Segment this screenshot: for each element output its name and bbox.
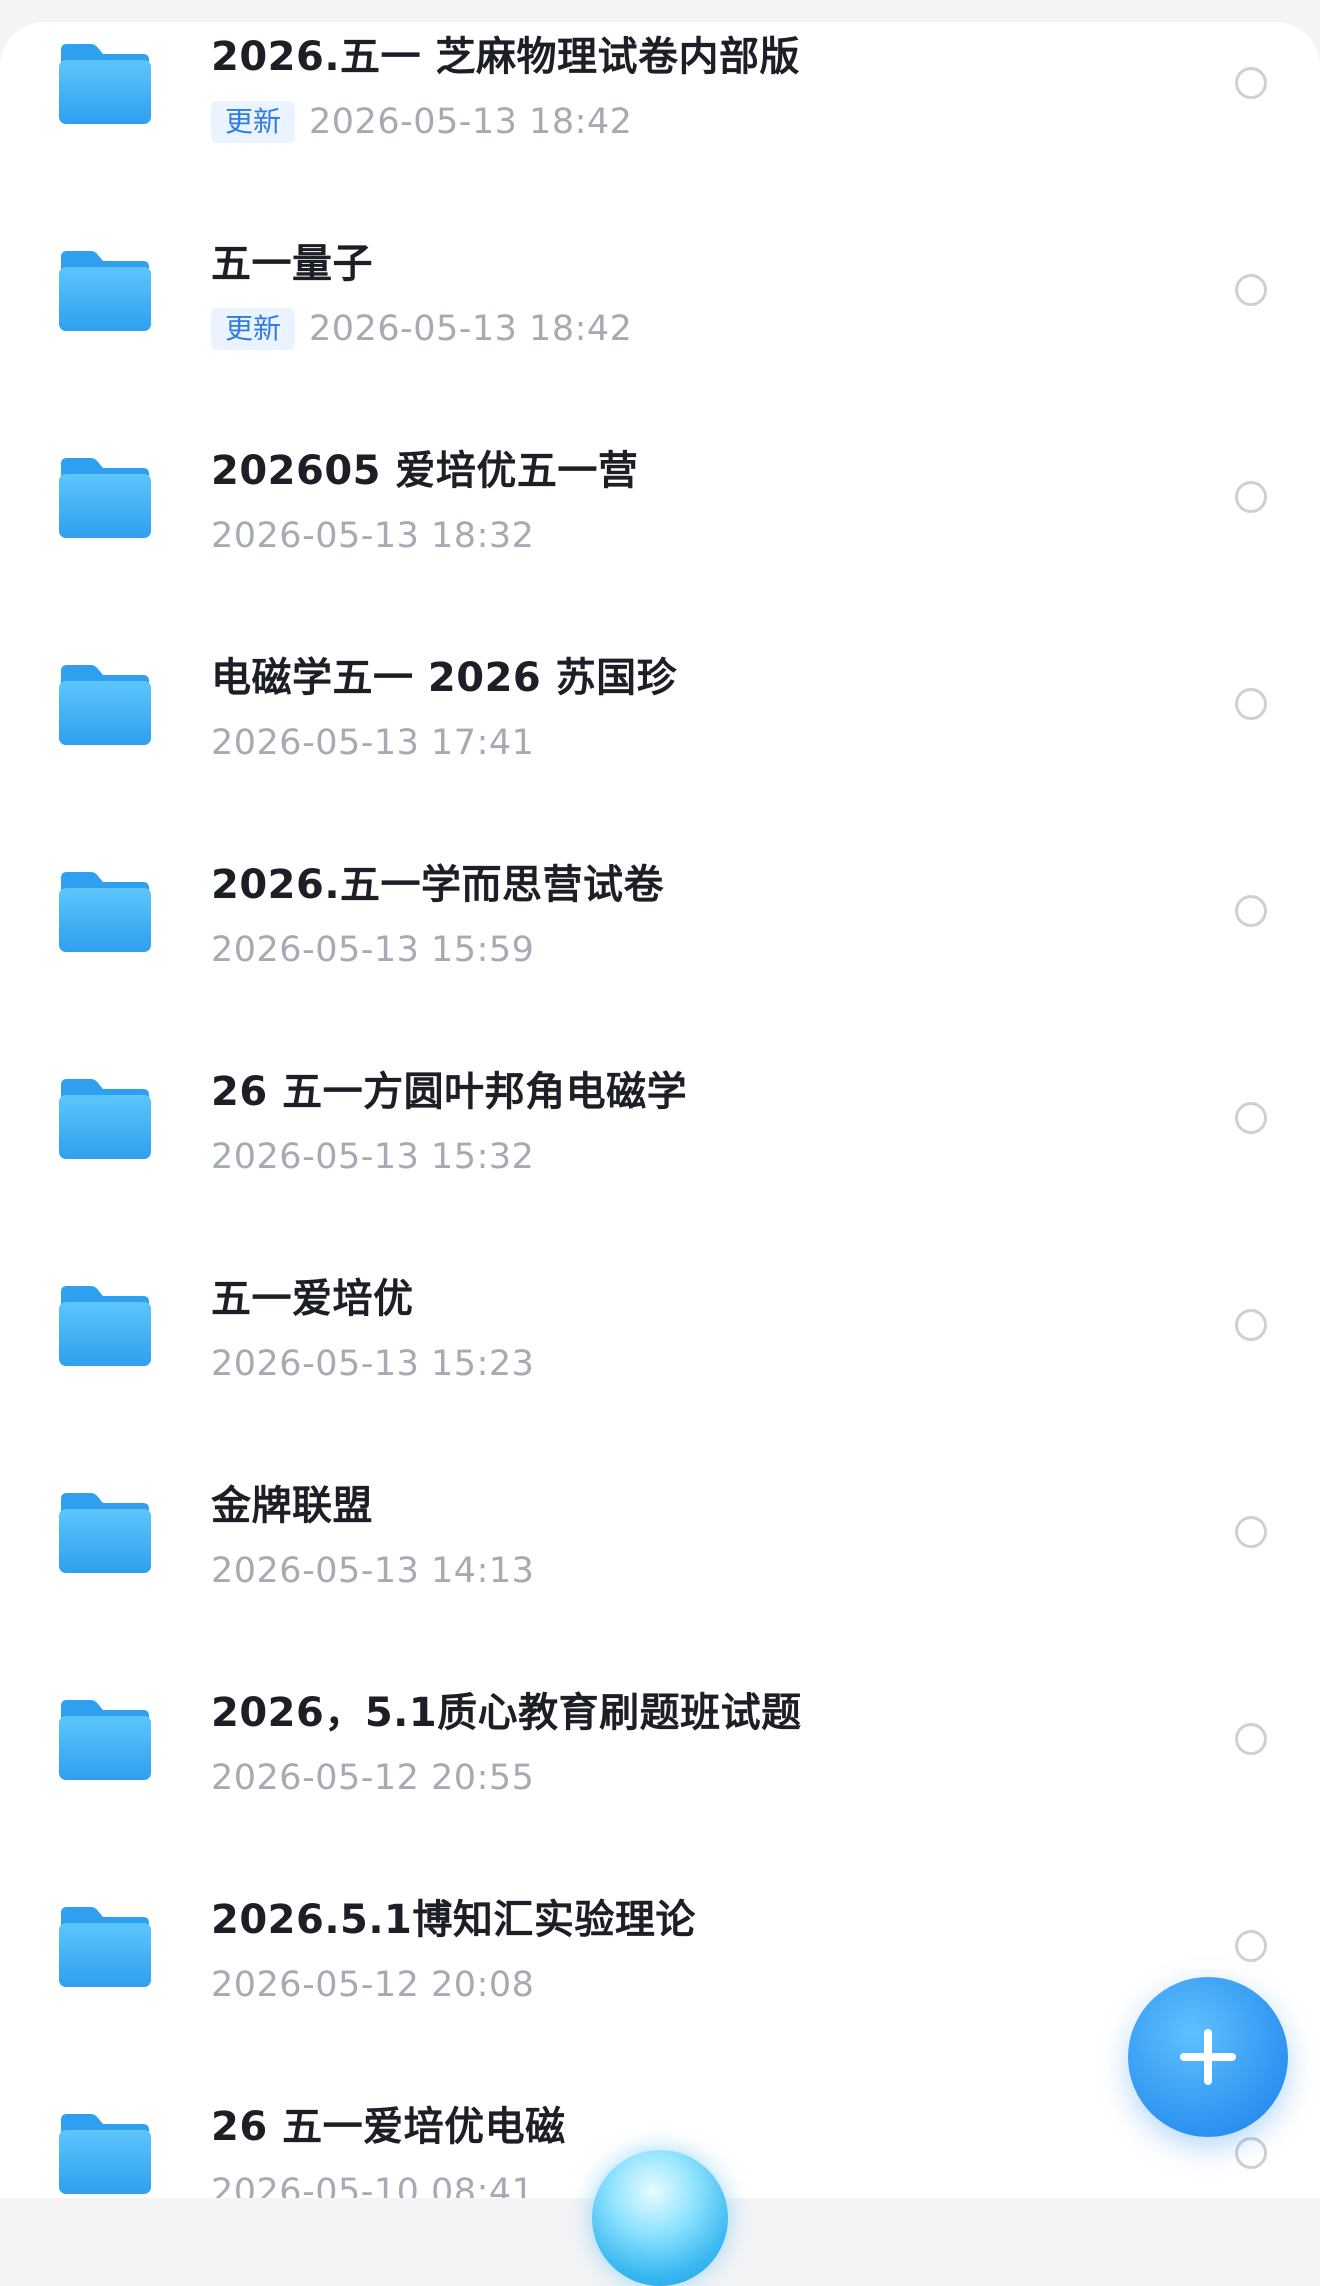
folder-name: 电磁学五一 2026 苏国珍	[211, 655, 678, 701]
folder-name: 2026.五一 芝麻物理试卷内部版	[211, 34, 800, 80]
folder-row[interactable]: 五一爱培优 2026-05-13 15:23	[0, 1242, 1320, 1449]
folder-date: 2026-05-13 18:42	[309, 102, 633, 142]
folder-name: 金牌联盟	[211, 1483, 373, 1529]
folder-date: 2026-05-13 15:59	[211, 930, 535, 970]
folder-date: 2026-05-10 08:41	[211, 2172, 535, 2198]
folder-icon	[57, 663, 153, 747]
folder-meta: 2026-05-13 14:13	[211, 1546, 534, 1596]
folder-row[interactable]: 2026.五一学而思营试卷 2026-05-13 15:59	[0, 828, 1320, 1035]
folder-meta: 2026-05-13 15:59	[211, 925, 534, 975]
folder-meta: 更新 2026-05-13 18:42	[211, 304, 632, 354]
folder-meta: 2026-05-13 17:41	[211, 718, 534, 768]
folder-icon	[57, 870, 153, 954]
update-badge: 更新	[211, 101, 296, 143]
folder-icon	[57, 1698, 153, 1782]
folder-meta: 2026-05-13 18:32	[211, 511, 534, 561]
radio-circle-icon[interactable]	[1235, 67, 1267, 99]
folder-icon	[57, 1077, 153, 1161]
folder-name: 202605 爱培优五一营	[211, 448, 639, 494]
folder-row[interactable]: 202605 爱培优五一营 2026-05-13 18:32	[0, 414, 1320, 621]
folder-row[interactable]: 2026.5.1博知汇实验理论 2026-05-12 20:08	[0, 1863, 1320, 2070]
folder-row[interactable]: 金牌联盟 2026-05-13 14:13	[0, 1449, 1320, 1656]
folder-icon	[57, 1491, 153, 1575]
folder-row[interactable]: 电磁学五一 2026 苏国珍 2026-05-13 17:41	[0, 621, 1320, 828]
folder-row[interactable]: 五一量子 更新 2026-05-13 18:42	[0, 207, 1320, 414]
folder-meta: 更新 2026-05-13 18:42	[211, 97, 632, 147]
radio-circle-icon[interactable]	[1235, 688, 1267, 720]
plus-icon	[1180, 2029, 1236, 2085]
folder-date: 2026-05-13 14:13	[211, 1551, 535, 1591]
radio-circle-icon[interactable]	[1235, 895, 1267, 927]
folder-meta: 2026-05-13 15:32	[211, 1132, 534, 1182]
folder-date: 2026-05-13 15:32	[211, 1137, 535, 1177]
folder-icon	[57, 42, 153, 126]
radio-circle-icon[interactable]	[1235, 2137, 1267, 2169]
folder-name: 26 五一爱培优电磁	[211, 2104, 566, 2150]
folder-name: 2026.五一学而思营试卷	[211, 862, 665, 908]
folder-meta: 2026-05-13 15:23	[211, 1339, 534, 1389]
folder-date: 2026-05-13 17:41	[211, 723, 535, 763]
radio-circle-icon[interactable]	[1235, 1930, 1267, 1962]
radio-circle-icon[interactable]	[1235, 1723, 1267, 1755]
radio-circle-icon[interactable]	[1235, 1102, 1267, 1134]
folder-name: 2026，5.1质心教育刷题班试题	[211, 1690, 802, 1736]
file-list-panel: 2026.五一 芝麻物理试卷内部版 更新 2026-05-13 18:42 五一…	[0, 22, 1320, 2198]
folder-row[interactable]: 2026，5.1质心教育刷题班试题 2026-05-12 20:55	[0, 1656, 1320, 1863]
radio-circle-icon[interactable]	[1235, 481, 1267, 513]
folder-icon	[57, 249, 153, 333]
folder-date: 2026-05-13 18:32	[211, 516, 535, 556]
folder-date: 2026-05-13 18:42	[309, 309, 633, 349]
folder-name: 五一爱培优	[211, 1276, 414, 1322]
folder-icon	[57, 1284, 153, 1368]
folder-meta: 2026-05-12 20:08	[211, 1960, 534, 2010]
folder-icon	[57, 2112, 153, 2196]
folder-meta: 2026-05-10 08:41	[211, 2167, 534, 2198]
folder-name: 26 五一方圆叶邦角电磁学	[211, 1069, 688, 1115]
floating-ball-icon[interactable]	[592, 2150, 728, 2286]
radio-circle-icon[interactable]	[1235, 274, 1267, 306]
folder-date: 2026-05-12 20:55	[211, 1758, 535, 1798]
folder-row[interactable]: 26 五一方圆叶邦角电磁学 2026-05-13 15:32	[0, 1035, 1320, 1242]
folder-name: 五一量子	[211, 241, 373, 287]
radio-circle-icon[interactable]	[1235, 1516, 1267, 1548]
folder-icon	[57, 456, 153, 540]
file-list: 2026.五一 芝麻物理试卷内部版 更新 2026-05-13 18:42 五一…	[0, 22, 1320, 2198]
update-badge: 更新	[211, 308, 296, 350]
folder-date: 2026-05-13 15:23	[211, 1344, 535, 1384]
add-fab-button[interactable]	[1128, 1977, 1288, 2137]
folder-date: 2026-05-12 20:08	[211, 1965, 535, 2005]
folder-meta: 2026-05-12 20:55	[211, 1753, 534, 1803]
folder-row[interactable]: 2026.五一 芝麻物理试卷内部版 更新 2026-05-13 18:42	[0, 22, 1320, 207]
folder-name: 2026.5.1博知汇实验理论	[211, 1897, 696, 1943]
folder-icon	[57, 1905, 153, 1989]
radio-circle-icon[interactable]	[1235, 1309, 1267, 1341]
